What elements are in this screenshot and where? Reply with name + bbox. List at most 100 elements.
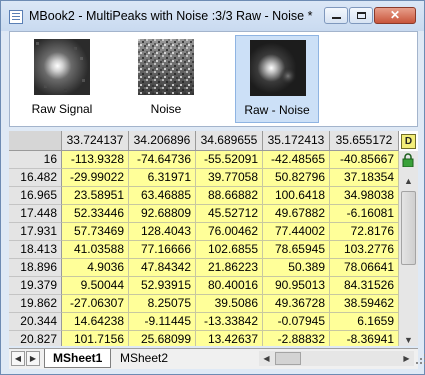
row-header[interactable]: 20.827	[9, 331, 62, 346]
d-button[interactable]: D	[401, 134, 416, 149]
thumbnail-raw-signal[interactable]: Raw Signal	[20, 35, 104, 123]
table-cell[interactable]: 25.68099	[129, 331, 196, 346]
table-cell[interactable]: 103.2776	[330, 241, 399, 259]
scroll-down-arrow[interactable]: ▼	[399, 332, 418, 346]
table-cell[interactable]: 21.86223	[196, 259, 263, 277]
column-header[interactable]: 34.689655	[196, 131, 263, 151]
table-cell[interactable]: -0.07945	[263, 313, 330, 331]
table-cell[interactable]: 41.03588	[62, 241, 129, 259]
table-cell[interactable]: 38.59462	[330, 295, 399, 313]
table-cell[interactable]: 45.52712	[196, 205, 263, 223]
scroll-right-arrow[interactable]: ▶	[399, 351, 414, 366]
table-cell[interactable]: 76.00462	[196, 223, 263, 241]
row-header[interactable]: 17.448	[9, 205, 62, 223]
table-cell[interactable]: -29.99022	[62, 169, 129, 187]
table-cell[interactable]: 8.25075	[129, 295, 196, 313]
tab-scroll-right-arrow[interactable]: ▶	[26, 351, 40, 366]
table-cell[interactable]: 78.06641	[330, 259, 399, 277]
column-header[interactable]: 34.206896	[129, 131, 196, 151]
row-header[interactable]: 16	[9, 151, 62, 169]
table-cell[interactable]: 77.44002	[263, 223, 330, 241]
column-header[interactable]: 33.724137	[62, 131, 129, 151]
table-cell[interactable]: 6.31971	[129, 169, 196, 187]
table-cell[interactable]: 100.6418	[263, 187, 330, 205]
maximize-button[interactable]	[349, 7, 373, 24]
table-cell[interactable]: 9.50044	[62, 277, 129, 295]
row-header[interactable]: 16.965	[9, 187, 62, 205]
table-cell[interactable]: 84.31526	[330, 277, 399, 295]
horizontal-scroll-thumb[interactable]	[275, 352, 301, 365]
table-cell[interactable]: -113.9328	[62, 151, 129, 169]
table-cell[interactable]: 39.77058	[196, 169, 263, 187]
row-header[interactable]: 16.482	[9, 169, 62, 187]
table-cell[interactable]: 92.68809	[129, 205, 196, 223]
table-cell[interactable]: 47.84342	[129, 259, 196, 277]
table-cell[interactable]: 34.98038	[330, 187, 399, 205]
scroll-left-arrow[interactable]: ◀	[259, 351, 274, 366]
tab-msheet2[interactable]: MSheet2	[112, 349, 176, 368]
table-cell[interactable]: -27.06307	[62, 295, 129, 313]
row-header[interactable]: 17.931	[9, 223, 62, 241]
column-header[interactable]: 35.655172	[330, 131, 399, 151]
table-cell[interactable]: 80.40016	[196, 277, 263, 295]
table-cell[interactable]: 37.18354	[330, 169, 399, 187]
table-cell[interactable]: 39.5086	[196, 295, 263, 313]
workbook-icon[interactable]	[9, 10, 23, 24]
table-cell[interactable]: 78.65945	[263, 241, 330, 259]
table-cell[interactable]: -42.48565	[263, 151, 330, 169]
table-cell[interactable]: 49.67882	[263, 205, 330, 223]
table-cell[interactable]: -2.88832	[263, 331, 330, 346]
thumbnail-noise[interactable]: Noise	[124, 35, 208, 123]
table-cell[interactable]: 50.389	[263, 259, 330, 277]
table-cell[interactable]: -13.33842	[196, 313, 263, 331]
table-cell[interactable]: 128.4043	[129, 223, 196, 241]
vertical-scrollbar[interactable]: D ▲ ▼	[399, 134, 418, 346]
thumbnail-caption: Raw - Noise	[244, 103, 310, 117]
sheet-thumbnail-panel: Raw Signal Noise Raw - Noise	[9, 31, 418, 127]
table-cell[interactable]: 57.73469	[62, 223, 129, 241]
scroll-up-arrow[interactable]: ▲	[399, 173, 418, 189]
table-cell[interactable]: -8.36941	[330, 331, 399, 346]
table-cell[interactable]: 90.95013	[263, 277, 330, 295]
tab-scroll-left-arrow[interactable]: ◀	[11, 351, 25, 366]
table-cell[interactable]: 4.9036	[62, 259, 129, 277]
maximize-icon	[357, 12, 366, 19]
table-cell[interactable]: 88.66882	[196, 187, 263, 205]
worksheet-grid[interactable]: 33.724137 34.206896 34.689655 35.172413 …	[9, 131, 418, 346]
table-cell[interactable]: -9.11445	[129, 313, 196, 331]
lock-icon[interactable]	[402, 153, 414, 167]
table-cell[interactable]: -6.16081	[330, 205, 399, 223]
table-cell[interactable]: -55.52091	[196, 151, 263, 169]
row-header[interactable]: 19.379	[9, 277, 62, 295]
row-header[interactable]: 18.413	[9, 241, 62, 259]
title-bar[interactable]: MBook2 - MultiPeaks with Noise :3/3 Raw …	[1, 1, 424, 31]
thumbnail-raw-minus-noise[interactable]: Raw - Noise	[235, 35, 319, 123]
table-cell[interactable]: 13.42637	[196, 331, 263, 346]
row-header[interactable]: 19.862	[9, 295, 62, 313]
table-cell[interactable]: 102.6855	[196, 241, 263, 259]
resize-grip-icon[interactable]	[415, 353, 425, 365]
table-cell[interactable]: -74.64736	[129, 151, 196, 169]
tab-msheet1[interactable]: MSheet1	[44, 349, 112, 368]
minimize-button[interactable]	[324, 7, 348, 24]
table-cell[interactable]: 49.36728	[263, 295, 330, 313]
table-cell[interactable]: 101.7156	[62, 331, 129, 346]
close-button[interactable]: ✕	[374, 7, 416, 24]
row-header[interactable]: 18.896	[9, 259, 62, 277]
column-header[interactable]: 35.172413	[263, 131, 330, 151]
grid-corner[interactable]	[9, 131, 62, 151]
table-cell[interactable]: 63.46885	[129, 187, 196, 205]
thumbnail-caption: Raw Signal	[31, 102, 93, 116]
table-cell[interactable]: 50.82796	[263, 169, 330, 187]
table-cell[interactable]: 77.16666	[129, 241, 196, 259]
table-cell[interactable]: 72.8176	[330, 223, 399, 241]
horizontal-scrollbar[interactable]: ◀ ▶	[259, 351, 414, 366]
table-cell[interactable]: 52.93915	[129, 277, 196, 295]
vertical-scroll-thumb[interactable]	[401, 191, 416, 265]
table-cell[interactable]: 6.1659	[330, 313, 399, 331]
table-cell[interactable]: 14.64238	[62, 313, 129, 331]
table-cell[interactable]: -40.85667	[330, 151, 399, 169]
table-cell[interactable]: 23.58951	[62, 187, 129, 205]
table-cell[interactable]: 52.33446	[62, 205, 129, 223]
row-header[interactable]: 20.344	[9, 313, 62, 331]
